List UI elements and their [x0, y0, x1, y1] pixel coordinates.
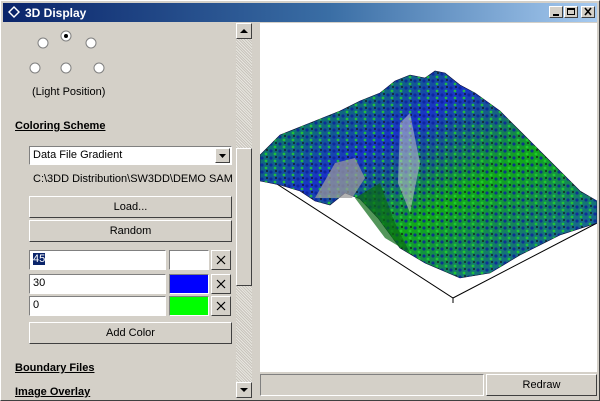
load-button-label: Load... [113, 201, 148, 213]
boundary-files-heading[interactable]: Boundary Files [15, 362, 94, 374]
minimize-button[interactable] [549, 6, 563, 18]
panel-scrollbar[interactable] [236, 23, 252, 398]
scroll-thumb[interactable] [236, 148, 252, 286]
close-icon [584, 7, 592, 16]
terrain-3d-view[interactable] [260, 23, 597, 372]
settings-panel: (Light Position) Coloring Scheme Data Fi… [5, 23, 236, 398]
maximize-icon [567, 8, 575, 15]
add-color-button[interactable]: Add Color [29, 322, 232, 344]
random-button[interactable]: Random [29, 220, 232, 242]
file-path-text: C:\3DD Distribution\SW3DD\DEMO SAM [33, 173, 233, 185]
app-icon [8, 6, 20, 18]
app-window: 3D Display (Light Position) Coloring Sch… [0, 0, 600, 401]
minimize-icon [553, 14, 559, 16]
title-bar[interactable]: 3D Display [3, 3, 597, 22]
scroll-up-button[interactable] [236, 23, 252, 39]
arrow-up-icon [240, 29, 248, 33]
light-radio-top[interactable] [60, 30, 72, 42]
light-radio-top-left[interactable] [37, 37, 49, 49]
color-swatch-3[interactable] [169, 296, 209, 316]
maximize-button[interactable] [564, 6, 578, 18]
scroll-down-button[interactable] [236, 382, 252, 398]
terrain-render [260, 70, 597, 303]
remove-color-button-1[interactable] [211, 250, 231, 270]
window-title: 3D Display [25, 6, 87, 20]
redraw-button[interactable]: Redraw [486, 374, 597, 396]
arrow-down-icon [240, 388, 248, 392]
color-value-1: 45 [33, 253, 46, 265]
chevron-down-icon [219, 154, 226, 158]
color-value-3: 0 [33, 299, 40, 311]
close-icon [216, 255, 226, 265]
light-radio-bottom[interactable] [60, 62, 72, 74]
dropdown-button[interactable] [215, 148, 230, 163]
color-value-input-1[interactable]: 45 [29, 250, 166, 270]
close-icon [216, 301, 226, 311]
color-value-input-2[interactable]: 30 [29, 274, 166, 294]
status-bar [260, 374, 484, 396]
color-value-2: 30 [33, 277, 46, 289]
light-radio-bottom-left[interactable] [29, 62, 41, 74]
light-position-label: (Light Position) [32, 86, 106, 98]
color-value-input-3[interactable]: 0 [29, 296, 166, 316]
remove-color-button-3[interactable] [211, 296, 231, 316]
coloring-scheme-value: Data File Gradient [33, 149, 123, 161]
load-button[interactable]: Load... [29, 196, 232, 218]
light-radio-top-right[interactable] [85, 37, 97, 49]
random-button-label: Random [109, 225, 152, 237]
coloring-scheme-heading[interactable]: Coloring Scheme [15, 120, 105, 132]
color-swatch-2[interactable] [169, 274, 209, 294]
color-swatch-1[interactable] [169, 250, 209, 270]
close-icon [216, 279, 226, 289]
add-color-button-label: Add Color [106, 327, 155, 339]
coloring-scheme-select[interactable]: Data File Gradient [29, 146, 232, 165]
light-radio-bottom-right[interactable] [93, 62, 105, 74]
remove-color-button-2[interactable] [211, 274, 231, 294]
close-button[interactable] [581, 6, 595, 18]
redraw-button-label: Redraw [522, 379, 561, 391]
image-overlay-heading[interactable]: Image Overlay [15, 386, 90, 398]
